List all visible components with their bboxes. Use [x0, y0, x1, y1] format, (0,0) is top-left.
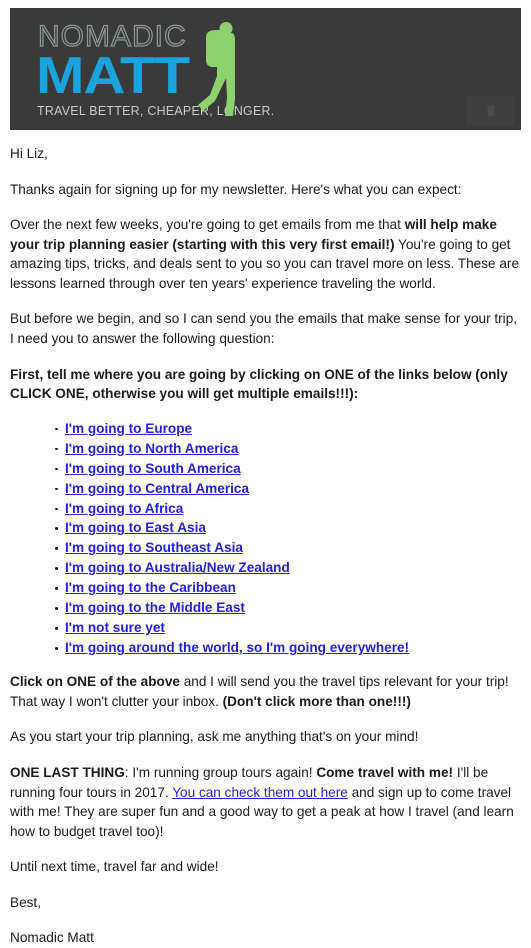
destination-link-north-america[interactable]: I'm going to North America: [65, 441, 238, 456]
para-weeks-part1: Over the next few weeks, you're going to…: [10, 217, 405, 233]
destination-link-australia-new-zealand[interactable]: I'm going to Australia/New Zealand: [65, 560, 290, 575]
signature-name: Nomadic Matt: [10, 930, 94, 946]
list-item: I'm going to Central America: [10, 479, 521, 499]
destination-link-south-america[interactable]: I'm going to South America: [65, 461, 241, 476]
destination-link-east-asia[interactable]: I'm going to East Asia: [65, 520, 206, 535]
paragraph-until-next-time: Until next time, travel far and wide!: [10, 859, 219, 875]
email-body: Hi Liz, Thanks again for signing up for …: [0, 144, 531, 948]
list-item: I'm going to North America: [10, 439, 521, 459]
paragraph-one-last-thing: ONE LAST THING: I'm running group tours …: [10, 763, 521, 841]
list-item: I'm going to Australia/New Zealand: [10, 558, 521, 578]
click-one-emphasis: Click on ONE of the above: [10, 674, 180, 690]
destination-link-caribbean[interactable]: I'm going to the Caribbean: [65, 580, 236, 595]
placeholder-glyph-icon: [487, 105, 495, 117]
tours-link[interactable]: You can check them out here: [172, 785, 348, 800]
greeting-line: Hi Liz,: [10, 146, 48, 161]
sign-off: Best,: [10, 894, 41, 910]
one-last-thing-emphasis: ONE LAST THING: [10, 764, 125, 780]
list-item: I'm going to Southeast Asia: [10, 538, 521, 558]
paragraph-question-prompt: First, tell me where you are going by cl…: [10, 365, 521, 404]
paragraph-click-one: Click on ONE of the above and I will sen…: [10, 672, 521, 711]
email-header-banner: NOMADIC MATT TRAVEL BETTER, CHEAPER, LON…: [10, 8, 521, 130]
list-item: I'm going around the world, so I'm going…: [10, 638, 521, 658]
list-item: I'm going to Europe: [10, 419, 521, 439]
destination-link-central-america[interactable]: I'm going to Central America: [65, 481, 249, 496]
backpacker-silhouette-icon: [198, 22, 235, 116]
list-item: I'm going to Africa: [10, 499, 521, 519]
paragraph-next-few-weeks: Over the next few weeks, you're going to…: [10, 215, 521, 293]
list-item: I'm going to East Asia: [10, 518, 521, 538]
paragraph-before-we-begin: But before we begin, and so I can send y…: [10, 311, 518, 346]
paragraph-ask-me-anything: As you start your trip planning, ask me …: [10, 729, 419, 745]
question-prompt-text: First, tell me where you are going by cl…: [10, 366, 508, 402]
list-item: I'm going to the Middle East: [10, 598, 521, 618]
dont-click-more-emphasis: (Don't click more than one!!!): [222, 693, 411, 709]
list-item: I'm going to South America: [10, 459, 521, 479]
destination-link-not-sure-yet[interactable]: I'm not sure yet: [65, 620, 165, 635]
paragraph-thanks: Thanks again for signing up for my newsl…: [10, 181, 462, 197]
destination-link-southeast-asia[interactable]: I'm going to Southeast Asia: [65, 540, 243, 555]
destination-link-middle-east[interactable]: I'm going to the Middle East: [65, 600, 245, 615]
destination-link-list: I'm going to Europe I'm going to North A…: [10, 419, 521, 659]
one-last-thing-part1: : I'm running group tours again!: [124, 764, 317, 780]
broken-image-placeholder: [467, 96, 515, 126]
destination-link-around-the-world[interactable]: I'm going around the world, so I'm going…: [65, 640, 409, 655]
come-travel-emphasis: Come travel with me!: [316, 764, 454, 780]
destination-link-africa[interactable]: I'm going to Africa: [65, 501, 183, 516]
list-item: I'm not sure yet: [10, 618, 521, 638]
destination-link-europe[interactable]: I'm going to Europe: [65, 421, 192, 436]
logo-wordmark-matt: MATT: [36, 47, 190, 105]
list-item: I'm going to the Caribbean: [10, 578, 521, 598]
